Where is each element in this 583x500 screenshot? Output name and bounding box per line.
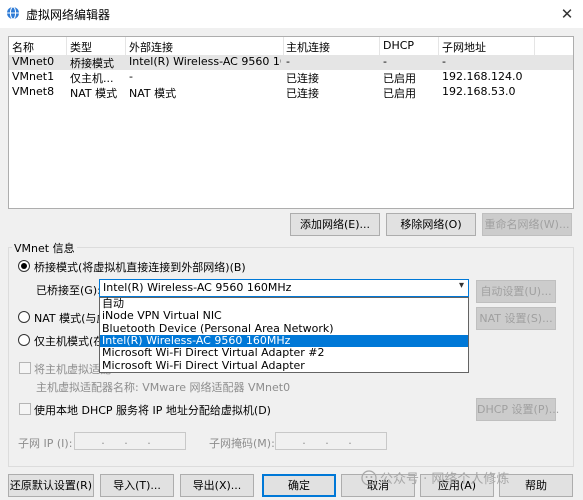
close-icon[interactable]: ✕: [555, 3, 579, 25]
dhcp-checkbox[interactable]: [19, 403, 31, 415]
nat-mode-label[interactable]: NAT 模式(与虚: [34, 310, 107, 326]
ok-button[interactable]: 确定: [262, 474, 336, 497]
import-button[interactable]: 导入(T)...: [100, 474, 174, 497]
window-title: 虚拟网络编辑器: [26, 8, 111, 22]
cell-external: Intel(R) Wireless-AC 9560 16...: [129, 55, 281, 68]
cell-name: VMnet1: [12, 70, 55, 83]
dhcp-label: 使用本地 DHCP 服务将 IP 地址分配给虚拟机(D): [34, 404, 271, 417]
cell-dhcp: 已启用: [383, 72, 416, 85]
watermark-text: 公众号 · 网络个人修炼: [380, 472, 510, 487]
cell-subnet: 192.168.53.0: [442, 85, 516, 98]
column-header-subnet[interactable]: 子网地址: [442, 39, 486, 55]
adapter-name-label: 主机虚拟适配器名称: VMware 网络适配器 VMnet0: [36, 381, 291, 394]
cell-host: -: [286, 55, 290, 68]
connect-adapter-checkbox[interactable]: [19, 362, 31, 374]
cell-external: -: [129, 70, 133, 83]
host-only-radio[interactable]: [18, 334, 30, 346]
table-row[interactable]: VMnet0 桥接模式 Intel(R) Wireless-AC 9560 16…: [9, 55, 573, 70]
nat-settings-button[interactable]: NAT 设置(S)...: [476, 307, 556, 330]
dropdown-option[interactable]: Microsoft Wi-Fi Direct Virtual Adapter #…: [100, 346, 468, 359]
nat-mode-radio[interactable]: [18, 311, 30, 323]
help-button[interactable]: 帮助: [499, 474, 573, 497]
dropdown-option[interactable]: Microsoft Wi-Fi Direct Virtual Adapter: [100, 359, 468, 372]
cell-host: 已连接: [286, 72, 319, 85]
cell-dhcp: 已启用: [383, 87, 416, 100]
column-header-type[interactable]: 类型: [70, 39, 92, 55]
cell-type: 桥接模式: [70, 57, 114, 70]
adapter-dropdown-list[interactable]: 自动 iNode VPN Virtual NIC Bluetooth Devic…: [99, 297, 469, 373]
column-header-dhcp[interactable]: DHCP: [383, 39, 414, 52]
rename-network-button[interactable]: 重命名网络(W)...: [482, 213, 572, 236]
table-header: 名称 类型 外部连接 主机连接 DHCP 子网地址: [9, 37, 573, 55]
network-table[interactable]: 名称 类型 外部连接 主机连接 DHCP 子网地址 VMnet0 桥接模式 In…: [8, 36, 574, 209]
subnet-mask-field[interactable]: . . .: [275, 432, 387, 450]
vmnet-info-title: VMnet 信息: [12, 240, 77, 256]
restore-defaults-button[interactable]: 还原默认设置(R): [8, 474, 94, 497]
column-header-name[interactable]: 名称: [12, 39, 34, 55]
subnet-ip-field[interactable]: . . .: [74, 432, 186, 450]
cell-type: 仅主机...: [70, 72, 114, 85]
cell-type: NAT 模式: [70, 87, 118, 100]
dropdown-option[interactable]: iNode VPN Virtual NIC: [100, 309, 468, 322]
cell-subnet: 192.168.124.0: [442, 70, 523, 83]
host-only-label[interactable]: 仅主机模式(在: [34, 333, 104, 349]
cell-dhcp: -: [383, 55, 387, 68]
wechat-icon: [361, 470, 377, 486]
cell-external: NAT 模式: [129, 87, 177, 100]
cell-subnet: -: [442, 55, 446, 68]
cell-host: 已连接: [286, 87, 319, 100]
cell-name: VMnet0: [12, 55, 55, 68]
auto-settings-button[interactable]: 自动设置(U)...: [476, 280, 556, 303]
remove-network-button[interactable]: 移除网络(O): [386, 213, 476, 236]
export-button[interactable]: 导出(X)...: [180, 474, 254, 497]
cell-name: VMnet8: [12, 85, 55, 98]
subnet-ip-label: 子网 IP (I):: [18, 437, 73, 450]
bridged-adapter-select[interactable]: Intel(R) Wireless-AC 9560 160MHz ▾: [99, 279, 469, 297]
table-row[interactable]: VMnet1 仅主机... - 已连接 已启用 192.168.124.0: [9, 70, 573, 85]
column-header-external[interactable]: 外部连接: [129, 39, 173, 55]
bridged-adapter-value: Intel(R) Wireless-AC 9560 160MHz: [103, 281, 292, 294]
table-row[interactable]: VMnet8 NAT 模式 NAT 模式 已连接 已启用 192.168.53.…: [9, 85, 573, 100]
chevron-down-icon[interactable]: ▾: [459, 280, 464, 291]
bridged-to-label: 已桥接至(G):: [36, 284, 101, 297]
bridged-mode-label[interactable]: 桥接模式(将虚拟机直接连接到外部网络)(B): [34, 259, 246, 275]
network-globe-icon: [7, 6, 19, 20]
dhcp-settings-button[interactable]: DHCP 设置(P)...: [476, 398, 559, 421]
add-network-button[interactable]: 添加网络(E)...: [290, 213, 380, 236]
subnet-mask-label: 子网掩码(M):: [209, 437, 275, 450]
bridged-mode-radio[interactable]: [18, 260, 30, 272]
column-header-host[interactable]: 主机连接: [286, 39, 330, 55]
